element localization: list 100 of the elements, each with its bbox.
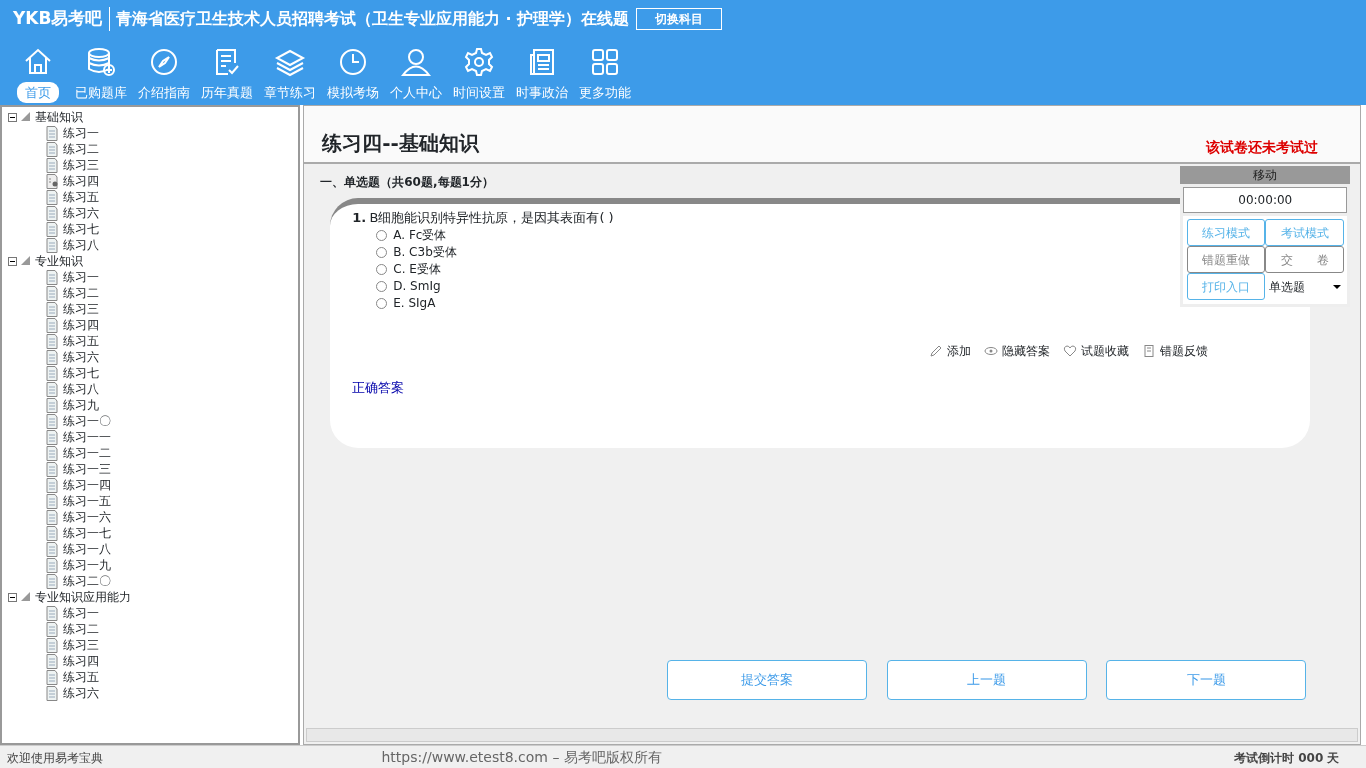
tree-item[interactable]: 练习四 <box>8 173 292 189</box>
document-icon <box>46 141 59 157</box>
document-icon <box>46 301 59 317</box>
document-icon <box>46 461 59 477</box>
tree-group-label[interactable]: 基础知识 <box>35 109 83 125</box>
document-icon <box>46 349 59 365</box>
answer-option[interactable]: D. SmIg <box>376 278 441 295</box>
timer-display: 00:00:00 <box>1183 187 1348 213</box>
document-icon <box>46 541 59 557</box>
tree-item[interactable]: 练习五 <box>8 333 292 349</box>
tree-item[interactable]: 练习四 <box>8 653 292 669</box>
document-icon <box>46 413 59 429</box>
section-heading: 一、单选题（共60题,每题1分） <box>320 175 494 189</box>
tree-item[interactable]: 练习一九 <box>8 557 292 573</box>
document-icon <box>46 557 59 573</box>
answer-option[interactable]: B. C3b受体 <box>376 244 457 261</box>
document-icon <box>46 573 59 589</box>
notebook-icon <box>1142 344 1157 358</box>
option-label: C. E受体 <box>393 261 441 278</box>
tree-item[interactable]: 练习一三 <box>8 461 292 477</box>
tree-item[interactable]: 练习一二 <box>8 445 292 461</box>
heart-icon <box>1063 344 1078 358</box>
tree-item[interactable]: 练习七 <box>8 365 292 381</box>
tree-item[interactable]: 练习一七 <box>8 525 292 541</box>
status-copyright: https://www.etest8.com – 易考吧版权所有 <box>381 748 662 767</box>
tree-item[interactable]: 练习一六 <box>8 509 292 525</box>
document-icon <box>46 621 59 637</box>
tree-group-label[interactable]: 专业知识 <box>35 253 83 269</box>
radio-button[interactable] <box>376 247 388 258</box>
tree-item[interactable]: 练习六 <box>8 205 292 221</box>
tree-item[interactable]: 练习七 <box>8 221 292 237</box>
tree-item[interactable]: 练习一一 <box>8 429 292 445</box>
exam-countdown: 考试倒计时 000 天 <box>1234 749 1340 767</box>
document-icon <box>46 205 59 221</box>
tree-item[interactable]: 练习一四 <box>8 477 292 493</box>
document-icon <box>46 237 59 253</box>
radio-button[interactable] <box>376 298 388 309</box>
question-action-link[interactable]: 错题反馈 <box>1142 342 1209 360</box>
document-icon <box>46 285 59 301</box>
option-label: B. C3b受体 <box>393 244 457 261</box>
panel-title: 移动 <box>1180 166 1351 184</box>
tree-item[interactable]: 练习一 <box>8 605 292 621</box>
radio-button[interactable] <box>376 230 388 241</box>
tree-group-label[interactable]: 专业知识应用能力 <box>35 589 131 605</box>
dropdown-caret-icon <box>1332 284 1341 289</box>
document-icon <box>46 157 59 173</box>
exam-status: 该试卷还未考试过 <box>1206 138 1319 157</box>
document-icon <box>46 445 59 461</box>
radio-button[interactable] <box>376 281 388 292</box>
tree-item[interactable]: 练习四 <box>8 317 292 333</box>
tree-item[interactable]: 练习三 <box>8 301 292 317</box>
tree-item[interactable]: 练习一八 <box>8 541 292 557</box>
collapse-icon[interactable] <box>8 112 17 122</box>
answer-option[interactable]: E. SIgA <box>376 295 436 312</box>
tree-item[interactable]: 练习五 <box>8 669 292 685</box>
tree-item[interactable]: 练习一 <box>8 269 292 285</box>
tree-item[interactable]: 练习八 <box>8 381 292 397</box>
document-icon <box>46 381 59 397</box>
tree-item[interactable]: 练习一 <box>8 125 292 141</box>
collapse-icon[interactable] <box>8 256 17 266</box>
tree-item[interactable]: 练习一〇 <box>8 413 292 429</box>
type-select[interactable]: 单选题 <box>1265 273 1344 301</box>
tree-item[interactable]: 练习一五 <box>8 493 292 509</box>
document-icon <box>46 221 59 237</box>
option-label: E. SIgA <box>393 295 436 312</box>
document-icon <box>46 125 59 141</box>
document-icon <box>46 365 59 381</box>
collapse-icon[interactable] <box>8 592 17 602</box>
tree-item[interactable]: 练习二 <box>8 621 292 637</box>
question-text: B细胞能识别特异性抗原，是因其表面有( ) <box>369 208 614 227</box>
document-pin-icon <box>46 173 59 189</box>
question-action-link[interactable]: 添加 <box>929 342 972 360</box>
folder-triangle-icon <box>21 592 31 602</box>
horizontal-scrollbar[interactable] <box>306 728 1359 742</box>
question-action-link[interactable]: 试题收藏 <box>1063 342 1130 360</box>
paper-title: 练习四--基础知识 <box>322 130 479 157</box>
tree-item[interactable]: 练习五 <box>8 189 292 205</box>
gear-icon <box>463 45 495 78</box>
app-title: 青海省医疗卫生技术人员招聘考试（卫生专业应用能力 · 护理学）在线题 <box>108 6 630 31</box>
radio-button[interactable] <box>376 264 388 275</box>
tree-item[interactable]: 练习二 <box>8 141 292 157</box>
tree-item[interactable]: 练习三 <box>8 157 292 173</box>
document-icon <box>46 525 59 541</box>
document-icon <box>46 653 59 669</box>
tree-item[interactable]: 练习八 <box>8 237 292 253</box>
document-icon <box>46 685 59 701</box>
tree-item[interactable]: 练习九 <box>8 397 292 413</box>
tree-item[interactable]: 练习六 <box>8 349 292 365</box>
document-icon <box>46 397 59 413</box>
eye-icon <box>984 344 999 358</box>
document-icon <box>46 509 59 525</box>
tree-item[interactable]: 练习二 <box>8 285 292 301</box>
tree-item[interactable]: 练习二〇 <box>8 573 292 589</box>
question-number: 1. <box>352 208 367 227</box>
tree-item[interactable]: 练习三 <box>8 637 292 653</box>
answer-option[interactable]: A. Fc受体 <box>376 227 447 244</box>
document-icon <box>46 317 59 333</box>
tree-item[interactable]: 练习六 <box>8 685 292 701</box>
question-action-link[interactable]: 隐藏答案 <box>984 342 1051 360</box>
answer-option[interactable]: C. E受体 <box>376 261 441 278</box>
